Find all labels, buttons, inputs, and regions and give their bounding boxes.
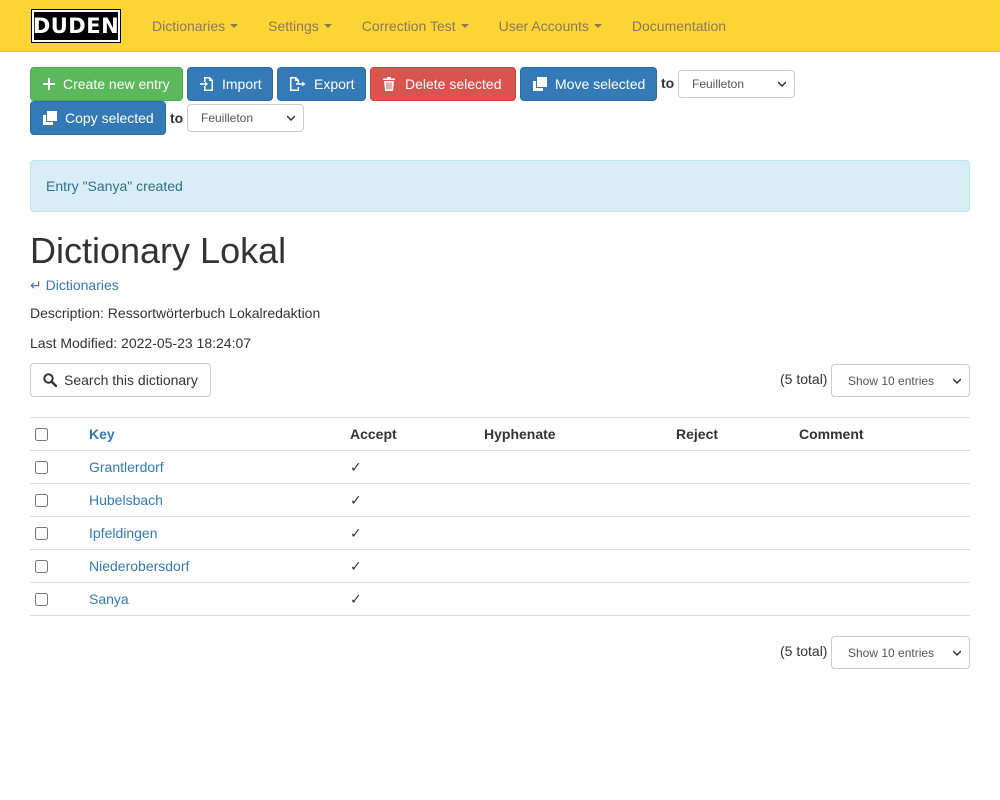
delete-selected-button[interactable]: Delete selected xyxy=(370,67,516,101)
entry-key-link[interactable]: Niederobersdorf xyxy=(89,550,189,582)
key-column-header[interactable]: Key xyxy=(89,418,115,450)
caret-down-icon xyxy=(323,23,332,28)
nav-documentation[interactable]: Documentation xyxy=(617,0,741,52)
check-icon: ✓ xyxy=(350,524,362,541)
nav-label: Correction Test xyxy=(361,17,456,34)
entries-table: Key Accept Hyphenate Reject Comment Gran… xyxy=(30,417,970,616)
hyphenate-column-header: Hyphenate xyxy=(484,426,556,442)
search-dictionary-button[interactable]: Search this dictionary xyxy=(30,363,211,397)
entry-key-link[interactable]: Hubelsbach xyxy=(89,484,163,516)
select-all-cell xyxy=(35,418,48,450)
copy-selected-button[interactable]: Copy selected xyxy=(30,101,166,135)
import-icon xyxy=(200,77,214,91)
chevron-down-icon xyxy=(287,115,295,122)
row-checkbox[interactable] xyxy=(35,559,48,573)
total-count-bottom: (5 total) xyxy=(780,643,828,659)
page-size-select[interactable]: Show 10 entries xyxy=(831,364,970,397)
check-icon: ✓ xyxy=(350,557,362,574)
caret-down-icon xyxy=(593,23,602,28)
table-row: Ipfeldingen ✓ xyxy=(30,517,970,550)
chevron-down-icon xyxy=(953,378,961,385)
export-label: Export xyxy=(314,76,355,92)
trash-icon xyxy=(383,77,395,91)
create-entry-button[interactable]: Create new entry xyxy=(30,67,183,101)
entry-key-link[interactable]: Grantlerdorf xyxy=(89,451,164,483)
table-row: Hubelsbach ✓ xyxy=(30,484,970,517)
dictionary-description: Description: Ressortwörterbuch Lokalreda… xyxy=(30,305,321,321)
row-checkbox[interactable] xyxy=(35,592,48,606)
copy-target-select[interactable]: Feuilleton xyxy=(187,104,304,132)
move-selected-button[interactable]: Move selected xyxy=(520,67,657,101)
copy-selected-label: Copy selected xyxy=(65,110,154,126)
navbar: DUDEN Dictionaries Settings Correction T… xyxy=(0,0,1000,52)
create-entry-label: Create new entry xyxy=(63,76,170,92)
copy-icon xyxy=(533,77,547,91)
table-row: Sanya ✓ xyxy=(30,583,970,616)
delete-selected-label: Delete selected xyxy=(405,76,502,92)
accept-column-header: Accept xyxy=(350,426,397,442)
copy-target-value: Feuilleton xyxy=(201,111,254,125)
entry-key-link[interactable]: Sanya xyxy=(89,583,129,615)
nav-label: User Accounts xyxy=(498,17,589,34)
nav-user-accounts[interactable]: User Accounts xyxy=(484,0,617,52)
nav-dictionaries[interactable]: Dictionaries xyxy=(137,0,253,52)
move-to-label: to xyxy=(661,75,675,91)
total-count: (5 total) xyxy=(780,371,828,387)
caret-down-icon xyxy=(460,23,469,28)
move-target-value: Feuilleton xyxy=(692,77,745,91)
search-icon xyxy=(43,373,57,387)
nav-label: Documentation xyxy=(631,17,727,34)
comment-column-header: Comment xyxy=(799,426,864,442)
page-size-select-bottom[interactable]: Show 10 entries xyxy=(831,636,970,669)
success-alert: Entry "Sanya" created xyxy=(30,160,970,212)
table-row: Grantlerdorf ✓ xyxy=(30,451,970,484)
import-button[interactable]: Import xyxy=(187,67,273,101)
export-button[interactable]: Export xyxy=(277,67,366,101)
reject-column-header: Reject xyxy=(676,426,719,442)
page-size-value: Show 10 entries xyxy=(848,373,935,388)
chevron-down-icon xyxy=(953,650,961,657)
entry-key-link[interactable]: Ipfeldingen xyxy=(89,517,158,549)
check-icon: ✓ xyxy=(350,458,362,475)
row-checkbox[interactable] xyxy=(35,526,48,540)
check-icon: ✓ xyxy=(350,590,362,607)
plus-icon xyxy=(43,78,55,90)
nav-settings[interactable]: Settings xyxy=(253,0,347,52)
table-row: Niederobersdorf ✓ xyxy=(30,550,970,583)
table-header: Key Accept Hyphenate Reject Comment xyxy=(30,418,970,451)
nav-correction-test[interactable]: Correction Test xyxy=(347,0,484,52)
back-to-dictionaries-link[interactable]: ↵ Dictionaries xyxy=(30,277,119,294)
move-selected-label: Move selected xyxy=(555,76,646,92)
chevron-down-icon xyxy=(778,81,786,88)
export-icon xyxy=(290,77,306,91)
copy-to-label: to xyxy=(170,110,184,126)
nav-label: Dictionaries xyxy=(152,17,226,34)
copy-icon xyxy=(43,111,57,125)
check-icon: ✓ xyxy=(350,491,362,508)
alert-message: Entry "Sanya" created xyxy=(46,178,183,194)
import-label: Import xyxy=(222,76,262,92)
caret-down-icon xyxy=(230,23,239,28)
nav-menu: Dictionaries Settings Correction Test Us… xyxy=(137,0,741,52)
page-title: Dictionary Lokal xyxy=(30,230,287,271)
row-checkbox[interactable] xyxy=(35,460,48,474)
last-modified: Last Modified: 2022-05-23 18:24:07 xyxy=(30,335,252,351)
page-size-value: Show 10 entries xyxy=(848,645,935,660)
row-checkbox[interactable] xyxy=(35,493,48,507)
move-target-select[interactable]: Feuilleton xyxy=(678,70,795,98)
select-all-checkbox[interactable] xyxy=(35,427,48,441)
search-dictionary-label: Search this dictionary xyxy=(64,372,198,388)
nav-label: Settings xyxy=(268,17,319,34)
duden-logo[interactable]: DUDEN xyxy=(31,8,121,43)
